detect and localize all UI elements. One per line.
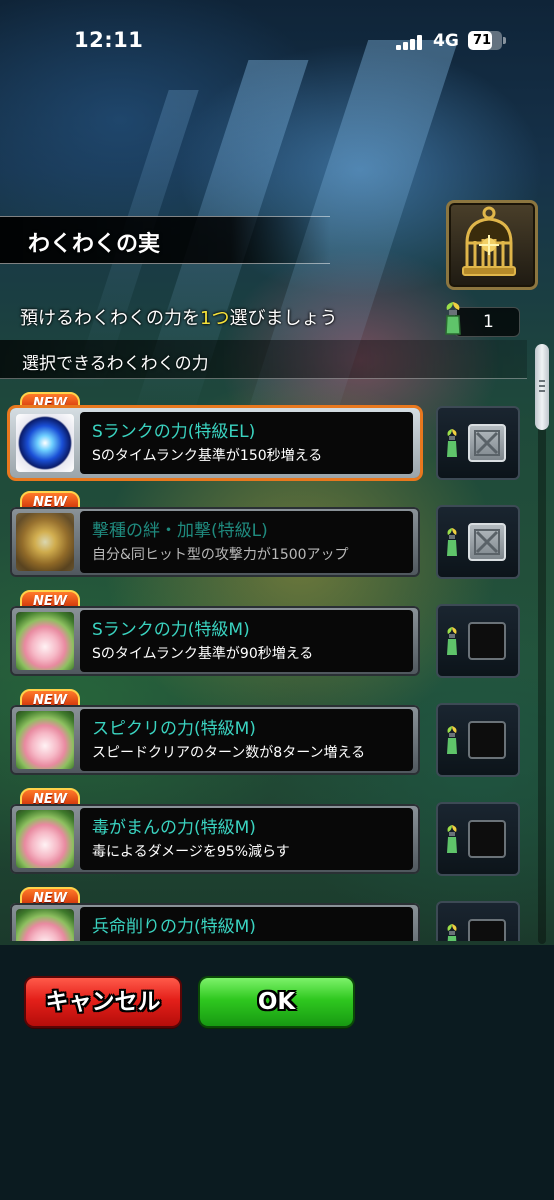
list-item[interactable]: NEW 毒がまんの力(特級M) 毒によるダメージを95%減らす	[0, 784, 530, 880]
power-card[interactable]: 撃種の絆・加撃(特級L) 自分&同ヒット型の攻撃力が1500アップ	[10, 507, 420, 577]
lotus-fruit-icon	[16, 612, 74, 670]
cage-button[interactable]	[446, 200, 538, 290]
battery-icon: 71	[468, 31, 506, 50]
list-item[interactable]: NEW 兵命削りの力(特級M)	[0, 883, 530, 941]
power-name: Sランクの力(特級M)	[92, 620, 250, 640]
birdcage-icon	[462, 206, 516, 276]
select-slot[interactable]	[436, 802, 520, 876]
select-slot[interactable]	[436, 505, 520, 579]
power-card[interactable]: スピクリの力(特級M) スピードクリアのターン数が8ターン増える	[10, 705, 420, 775]
network-type: 4G	[433, 31, 459, 51]
power-name: スピクリの力(特級M)	[92, 719, 256, 739]
list-item[interactable]: NEW スピクリの力(特級M) スピードクリアのターン数が8ターン増える	[0, 685, 530, 781]
checkbox-crossed[interactable]	[468, 424, 506, 462]
power-name: 撃種の絆・加撃(特級L)	[92, 521, 268, 541]
gold-orb-icon	[16, 513, 74, 571]
power-desc: 自分&同ヒット型の攻撃力が1500アップ	[92, 547, 349, 563]
power-card[interactable]: 毒がまんの力(特級M) 毒によるダメージを95%減らす	[10, 804, 420, 874]
power-desc: Sのタイムランク基準が150秒増える	[92, 448, 323, 464]
cancel-button[interactable]: キャンセル	[26, 978, 180, 1026]
clock: 12:11	[74, 28, 144, 52]
bottle-icon	[447, 924, 457, 941]
blue-orb-icon	[16, 414, 74, 472]
bottle-icon	[447, 627, 457, 655]
power-name: 毒がまんの力(特級M)	[92, 818, 256, 838]
bottle-icon	[447, 825, 457, 853]
list-item[interactable]: NEW Sランクの力(特級M) Sのタイムランク基準が90秒増える	[0, 586, 530, 682]
select-slot[interactable]	[436, 604, 520, 678]
fruit-bottle-icon	[445, 302, 461, 335]
bottle-icon	[447, 528, 457, 556]
signal-icon	[396, 34, 426, 50]
power-desc: スピードクリアのターン数が8ターン増える	[92, 745, 366, 761]
checkbox-empty[interactable]	[468, 721, 506, 759]
lotus-fruit-icon	[16, 711, 74, 769]
power-name: 兵命削りの力(特級M)	[92, 917, 256, 937]
power-desc: 毒によるダメージを95%減らす	[92, 844, 290, 860]
lotus-fruit-icon	[16, 909, 74, 941]
power-card[interactable]: 兵命削りの力(特級M)	[10, 903, 420, 941]
power-card[interactable]: Sランクの力(特級EL) Sのタイムランク基準が150秒増える	[10, 408, 420, 478]
instruction-suffix: 選びましょう	[229, 308, 338, 329]
checkbox-empty[interactable]	[468, 919, 506, 941]
bottle-icon	[447, 429, 457, 457]
list-item[interactable]: NEW 撃種の絆・加撃(特級L) 自分&同ヒット型の攻撃力が1500アップ	[0, 487, 530, 583]
checkbox-crossed[interactable]	[468, 523, 506, 561]
select-slot[interactable]	[436, 406, 520, 480]
page-title: わくわくの実	[28, 232, 161, 257]
select-slot[interactable]	[436, 901, 520, 941]
power-card[interactable]: Sランクの力(特級M) Sのタイムランク基準が90秒増える	[10, 606, 420, 676]
lotus-fruit-icon	[16, 810, 74, 868]
list-item[interactable]: NEW Sランクの力(特級EL) Sのタイムランク基準が150秒増える	[0, 388, 530, 484]
fruit-count: 1	[483, 312, 494, 332]
checkbox-empty[interactable]	[468, 622, 506, 660]
select-slot[interactable]	[436, 703, 520, 777]
bottle-icon	[447, 726, 457, 754]
power-name: Sランクの力(特級EL)	[92, 422, 256, 442]
power-list: NEW Sランクの力(特級EL) Sのタイムランク基準が150秒増える NEW …	[0, 388, 554, 941]
checkbox-empty[interactable]	[468, 820, 506, 858]
list-heading: 選択できるわくわくの力	[0, 340, 527, 379]
instruction-highlight: 1つ	[200, 308, 230, 329]
power-desc: Sのタイムランク基準が90秒増える	[92, 646, 314, 662]
title-bar: わくわくの実	[0, 216, 330, 264]
ok-button[interactable]: OK	[200, 978, 353, 1026]
instruction-text: 預けるわくわくの力を1つ選びましょう	[20, 304, 337, 330]
status-bar: 12:11 4G 71	[0, 0, 554, 85]
instruction-prefix: 預けるわくわくの力を	[20, 308, 200, 329]
battery-level: 71	[472, 33, 492, 48]
list-heading-text: 選択できるわくわくの力	[22, 354, 209, 374]
